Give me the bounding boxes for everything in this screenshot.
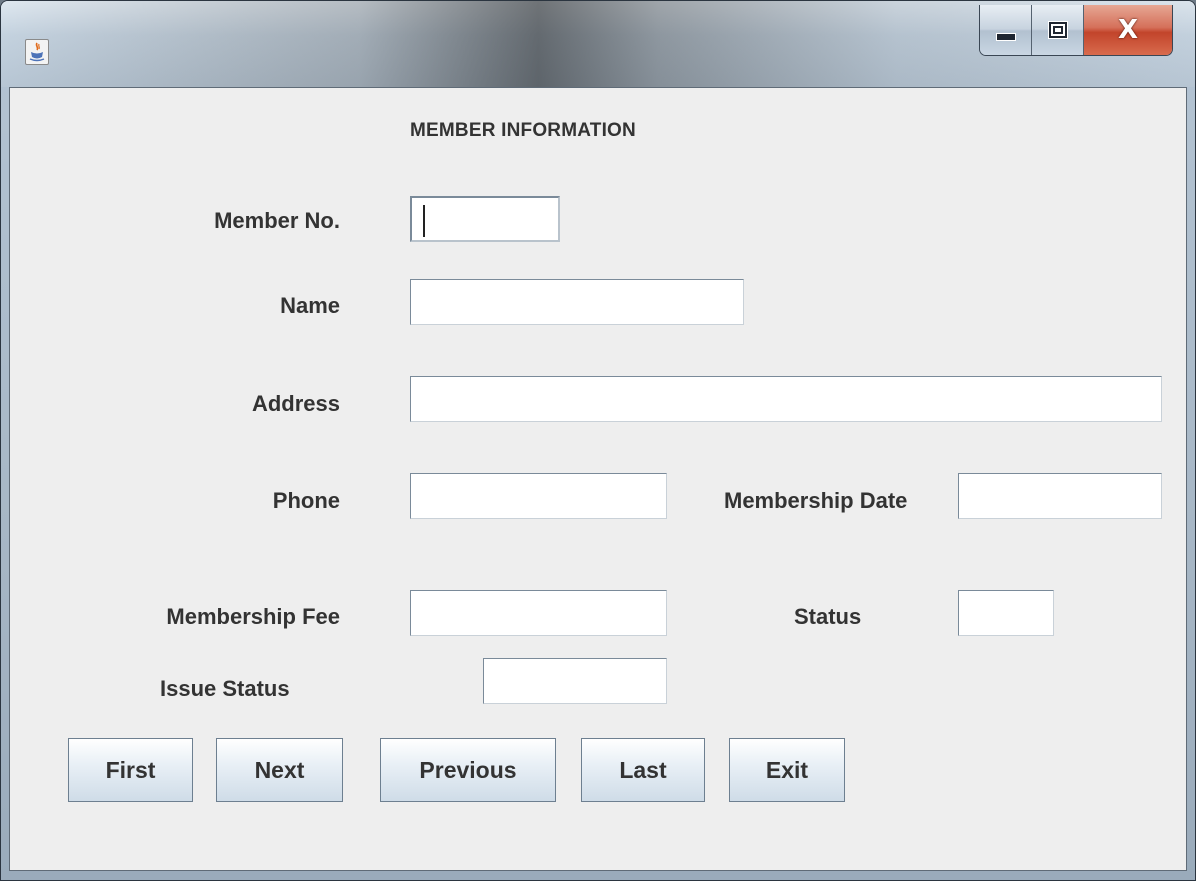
exit-button[interactable]: Exit xyxy=(729,738,845,802)
status-label: Status xyxy=(794,604,862,629)
member-no-label: Member No. xyxy=(214,208,340,233)
member-no-input[interactable] xyxy=(410,196,560,242)
name-input[interactable] xyxy=(410,279,744,325)
membership-date-label: Membership Date xyxy=(724,488,908,513)
next-button[interactable]: Next xyxy=(216,738,343,802)
membership-fee-input[interactable] xyxy=(410,590,667,636)
close-icon: X xyxy=(1117,15,1139,45)
previous-button[interactable]: Previous xyxy=(380,738,556,802)
maximize-button[interactable] xyxy=(1032,5,1084,55)
first-button[interactable]: First xyxy=(68,738,193,802)
name-label: Name xyxy=(280,293,340,318)
close-button[interactable]: X xyxy=(1084,5,1172,55)
window-controls: X xyxy=(979,5,1173,56)
application-window: X MEMBER INFORMATION Member No. Name Add… xyxy=(0,0,1196,881)
minimize-icon xyxy=(995,33,1016,41)
minimize-button[interactable] xyxy=(980,5,1032,55)
status-input[interactable] xyxy=(958,590,1054,636)
issue-status-label: Issue Status xyxy=(160,676,290,701)
form-heading: MEMBER INFORMATION xyxy=(410,120,636,141)
text-caret xyxy=(423,205,425,237)
java-cup-icon[interactable] xyxy=(25,39,49,65)
title-bar[interactable]: X xyxy=(1,1,1195,87)
membership-date-input[interactable] xyxy=(958,473,1162,519)
phone-label: Phone xyxy=(272,488,340,513)
member-form-panel: MEMBER INFORMATION Member No. Name Addre… xyxy=(9,87,1187,871)
membership-fee-label: Membership Fee xyxy=(166,604,340,629)
address-label: Address xyxy=(251,391,340,416)
address-input[interactable] xyxy=(410,376,1162,422)
phone-input[interactable] xyxy=(410,473,667,519)
issue-status-input[interactable] xyxy=(483,658,667,704)
last-button[interactable]: Last xyxy=(581,738,705,802)
maximize-icon xyxy=(1048,22,1067,38)
